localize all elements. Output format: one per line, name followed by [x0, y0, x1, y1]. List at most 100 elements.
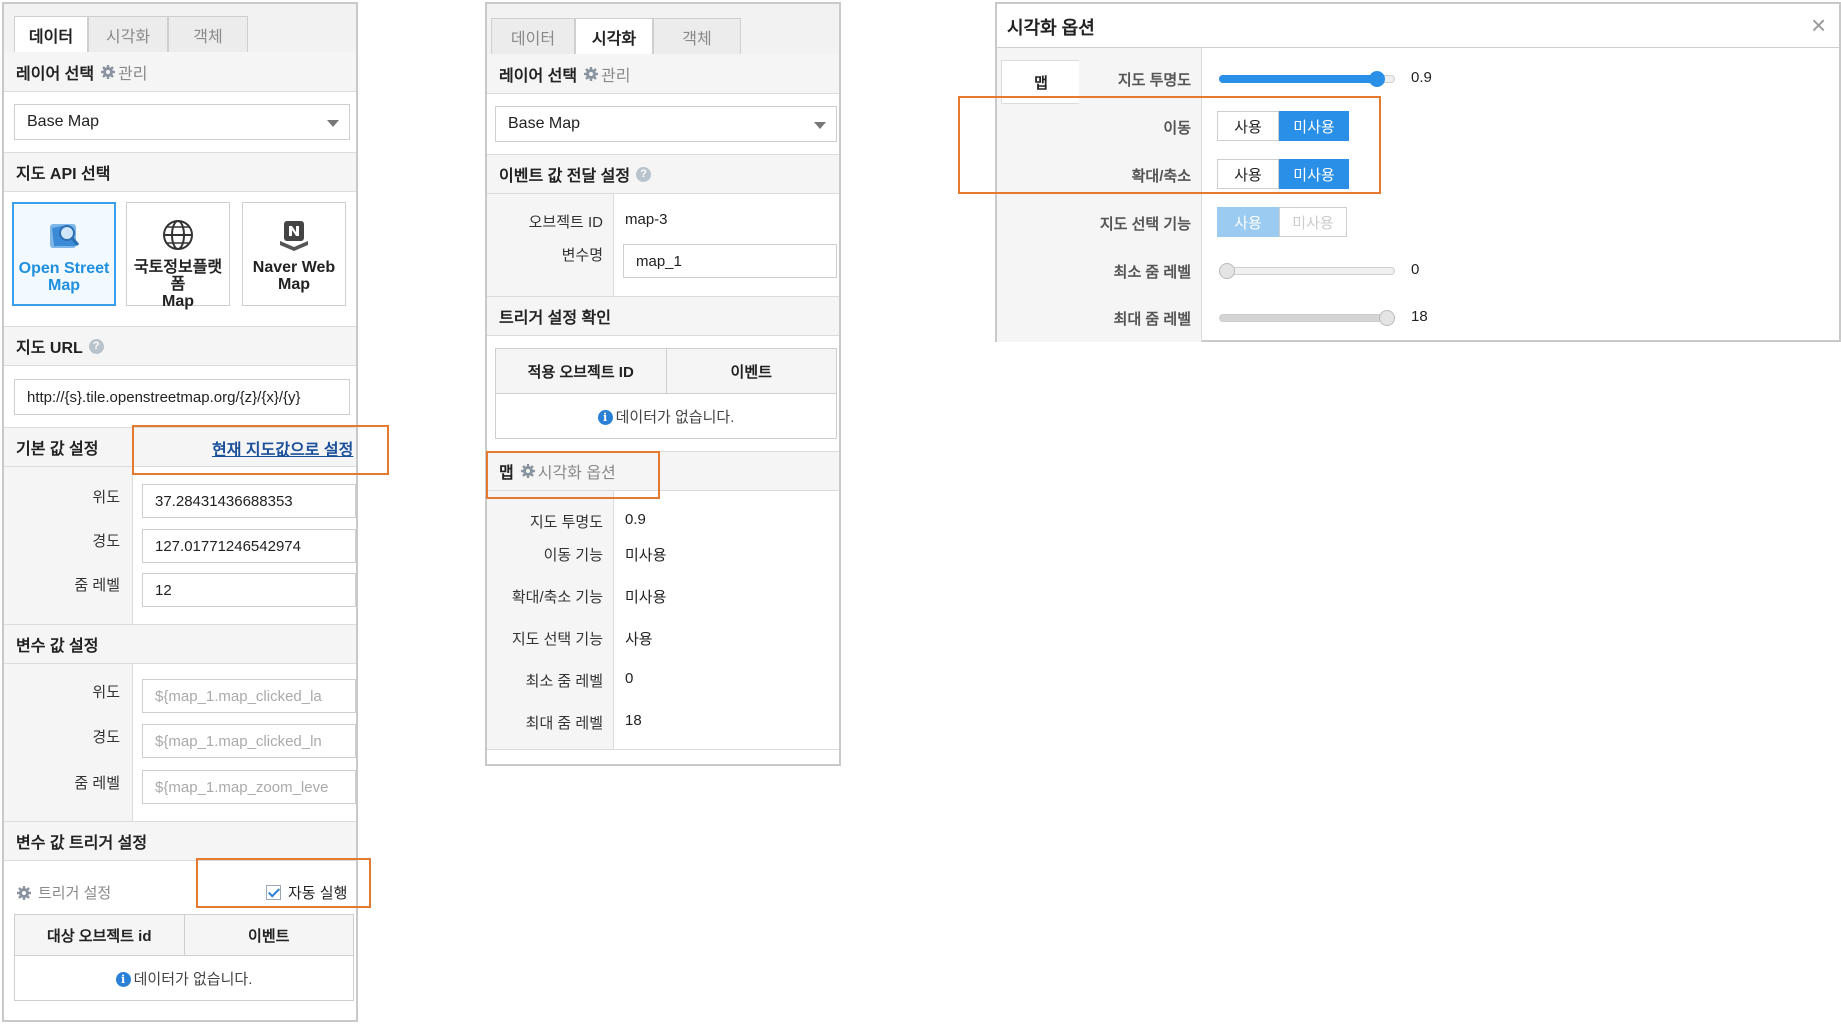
map-url-input[interactable]: http://{s}.tile.openstreetmap.org/{z}/{x…	[14, 379, 350, 415]
data-panel: 데이터 시각화 객체 레이어 선택 관리 Base Map 지도 API 선택 …	[2, 2, 358, 1022]
tab-data[interactable]: 데이터	[14, 16, 88, 53]
move-unuse-button[interactable]: 미사용	[1279, 111, 1349, 141]
map-select-use-button[interactable]: 사용	[1217, 207, 1279, 237]
table-header-row: 대상 오브젝트 id 이벤트	[14, 914, 354, 956]
panel-divider	[487, 749, 839, 750]
max-zoom-slider-handle[interactable]	[1379, 310, 1395, 326]
close-icon[interactable]: ×	[1811, 12, 1826, 38]
map-url-value: http://{s}.tile.openstreetmap.org/{z}/{x…	[27, 388, 301, 406]
tab-visualization[interactable]: 시각화	[575, 18, 653, 55]
move-use-button[interactable]: 사용	[1217, 111, 1279, 141]
var-zoom-input[interactable]: ${map_1.map_zoom_leve	[142, 770, 356, 804]
help-icon[interactable]: ?	[636, 166, 652, 182]
info-icon: i	[597, 410, 613, 426]
gear-icon	[16, 885, 32, 901]
trigger-setting-button[interactable]: 트리거 설정	[16, 882, 111, 903]
tab-data[interactable]: 데이터	[491, 18, 575, 54]
visualization-options-label: 시각화 옵션	[537, 465, 616, 482]
globe-icon	[160, 217, 196, 253]
map-row-value: 미사용	[625, 589, 667, 606]
chevron-down-icon	[814, 122, 826, 129]
map-select-unuse-button[interactable]: 미사용	[1279, 207, 1347, 237]
var-lat-input[interactable]: ${map_1.map_clicked_la	[142, 679, 356, 713]
auto-run-checkbox[interactable]	[266, 885, 281, 900]
map-row-value: 0	[625, 670, 634, 687]
naver-map-icon	[276, 217, 312, 253]
event-title: 이벤트 값 전달 설정	[499, 168, 631, 185]
set-current-map-values-link[interactable]: 현재 지도값으로 설정	[212, 436, 353, 460]
map-row-value: 18	[625, 712, 642, 729]
var-name-input[interactable]: map_1	[623, 244, 837, 278]
max-zoom-slider[interactable]	[1219, 314, 1395, 322]
opacity-slider-handle[interactable]	[1369, 71, 1385, 87]
var-name-value: map_1	[636, 252, 682, 270]
map-row-label: 확대/축소 기능	[511, 589, 603, 606]
map-row-label: 지도 투명도	[529, 514, 603, 531]
var-lng-input[interactable]: ${map_1.map_clicked_ln	[142, 724, 356, 758]
api-card-openstreetmap[interactable]: Open Street Map	[12, 202, 116, 306]
chevron-down-icon	[327, 120, 339, 127]
min-zoom-label: 최소 줌 레벨	[1113, 264, 1191, 281]
trigger-setting-label: 트리거 설정	[38, 885, 112, 902]
min-zoom-slider-handle[interactable]	[1219, 263, 1235, 279]
table-empty-cell: i 데이터가 없습니다.	[14, 955, 354, 1001]
min-zoom-value: 0	[1411, 261, 1420, 278]
layer-dropdown[interactable]: Base Map	[495, 106, 837, 142]
layer-dropdown-value: Base Map	[27, 113, 100, 130]
panel-tabs: 데이터 시각화 객체	[4, 4, 356, 53]
trigger-check-table: 적용 오브젝트 ID 이벤트 i 데이터가 없습니다.	[495, 348, 837, 439]
layer-select-title: 레이어 선택	[499, 67, 578, 85]
var-name-label: 변수명	[561, 247, 603, 264]
layer-dropdown-value: Base Map	[508, 115, 581, 132]
default-lat-label: 위도	[92, 489, 120, 506]
api-card-label-line1: 국토정보플랫폼	[133, 259, 223, 293]
default-zoom-input[interactable]: 12	[142, 573, 356, 607]
visualization-options-link[interactable]: 시각화 옵션	[520, 459, 616, 483]
help-icon[interactable]: ?	[88, 338, 104, 354]
trigger-title: 변수 값 트리거 설정	[16, 835, 148, 852]
info-icon: i	[115, 972, 131, 988]
manage-link[interactable]: 관리	[583, 62, 631, 86]
api-card-naver[interactable]: Naver Web Map	[242, 202, 346, 306]
dialog-title: 시각화 옵션	[1007, 18, 1095, 38]
var-zoom-label: 줌 레벨	[74, 775, 120, 792]
max-zoom-label: 최대 줌 레벨	[1113, 311, 1191, 328]
default-lng-input[interactable]: 127.01771246542974	[142, 529, 356, 563]
tab-object[interactable]: 객체	[653, 18, 741, 54]
api-card-vworld[interactable]: 국토정보플랫폼 Map	[126, 202, 230, 310]
map-row-label: 최대 줌 레벨	[525, 715, 603, 732]
auto-run-label: 자동 실행	[288, 885, 348, 902]
variables-header: 변수 값 설정	[4, 624, 356, 664]
object-id-value: map-3	[625, 211, 668, 228]
defaults-title: 기본 값 설정	[16, 441, 99, 458]
zoom-use-button[interactable]: 사용	[1217, 159, 1279, 189]
api-card-label-line2: Map	[48, 277, 80, 294]
map-url-title: 지도 URL	[16, 340, 83, 357]
map-api-header: 지도 API 선택	[4, 152, 356, 192]
map-select-toggle: 사용 미사용	[1217, 207, 1347, 237]
layer-dropdown[interactable]: Base Map	[14, 104, 350, 140]
tab-object[interactable]: 객체	[168, 16, 248, 52]
zoom-unuse-button[interactable]: 미사용	[1279, 159, 1349, 189]
default-lat-input[interactable]: 37.28431436688353	[142, 484, 356, 518]
default-lng-value: 127.01771246542974	[155, 537, 301, 555]
tab-visualization[interactable]: 시각화	[88, 16, 168, 52]
side-tab-map-label: 맵	[1034, 74, 1048, 92]
layer-select-header: 레이어 선택 관리	[487, 54, 839, 94]
table-empty-row: i 데이터가 없습니다.	[14, 955, 354, 1001]
visualization-panel: 데이터 시각화 객체 레이어 선택 관리 Base Map 이벤트 값 전달 설…	[485, 2, 841, 766]
table-header-event: 이벤트	[665, 348, 837, 394]
map-api-title: 지도 API 선택	[16, 166, 111, 183]
side-tab-map[interactable]: 맵	[1001, 60, 1080, 104]
variables-title: 변수 값 설정	[16, 638, 99, 655]
gear-icon	[100, 64, 116, 80]
min-zoom-slider[interactable]	[1219, 267, 1395, 275]
empty-message: 데이터가 없습니다.	[133, 970, 253, 988]
table-empty-row: i 데이터가 없습니다.	[495, 393, 837, 439]
map-row-value: 0.9	[625, 511, 646, 528]
manage-link[interactable]: 관리	[100, 60, 148, 84]
opacity-label: 지도 투명도	[1117, 72, 1191, 89]
table-empty-cell: i 데이터가 없습니다.	[495, 393, 837, 439]
table-header-object-id: 대상 오브젝트 id	[14, 914, 185, 956]
var-lng-placeholder: ${map_1.map_clicked_ln	[155, 732, 322, 750]
